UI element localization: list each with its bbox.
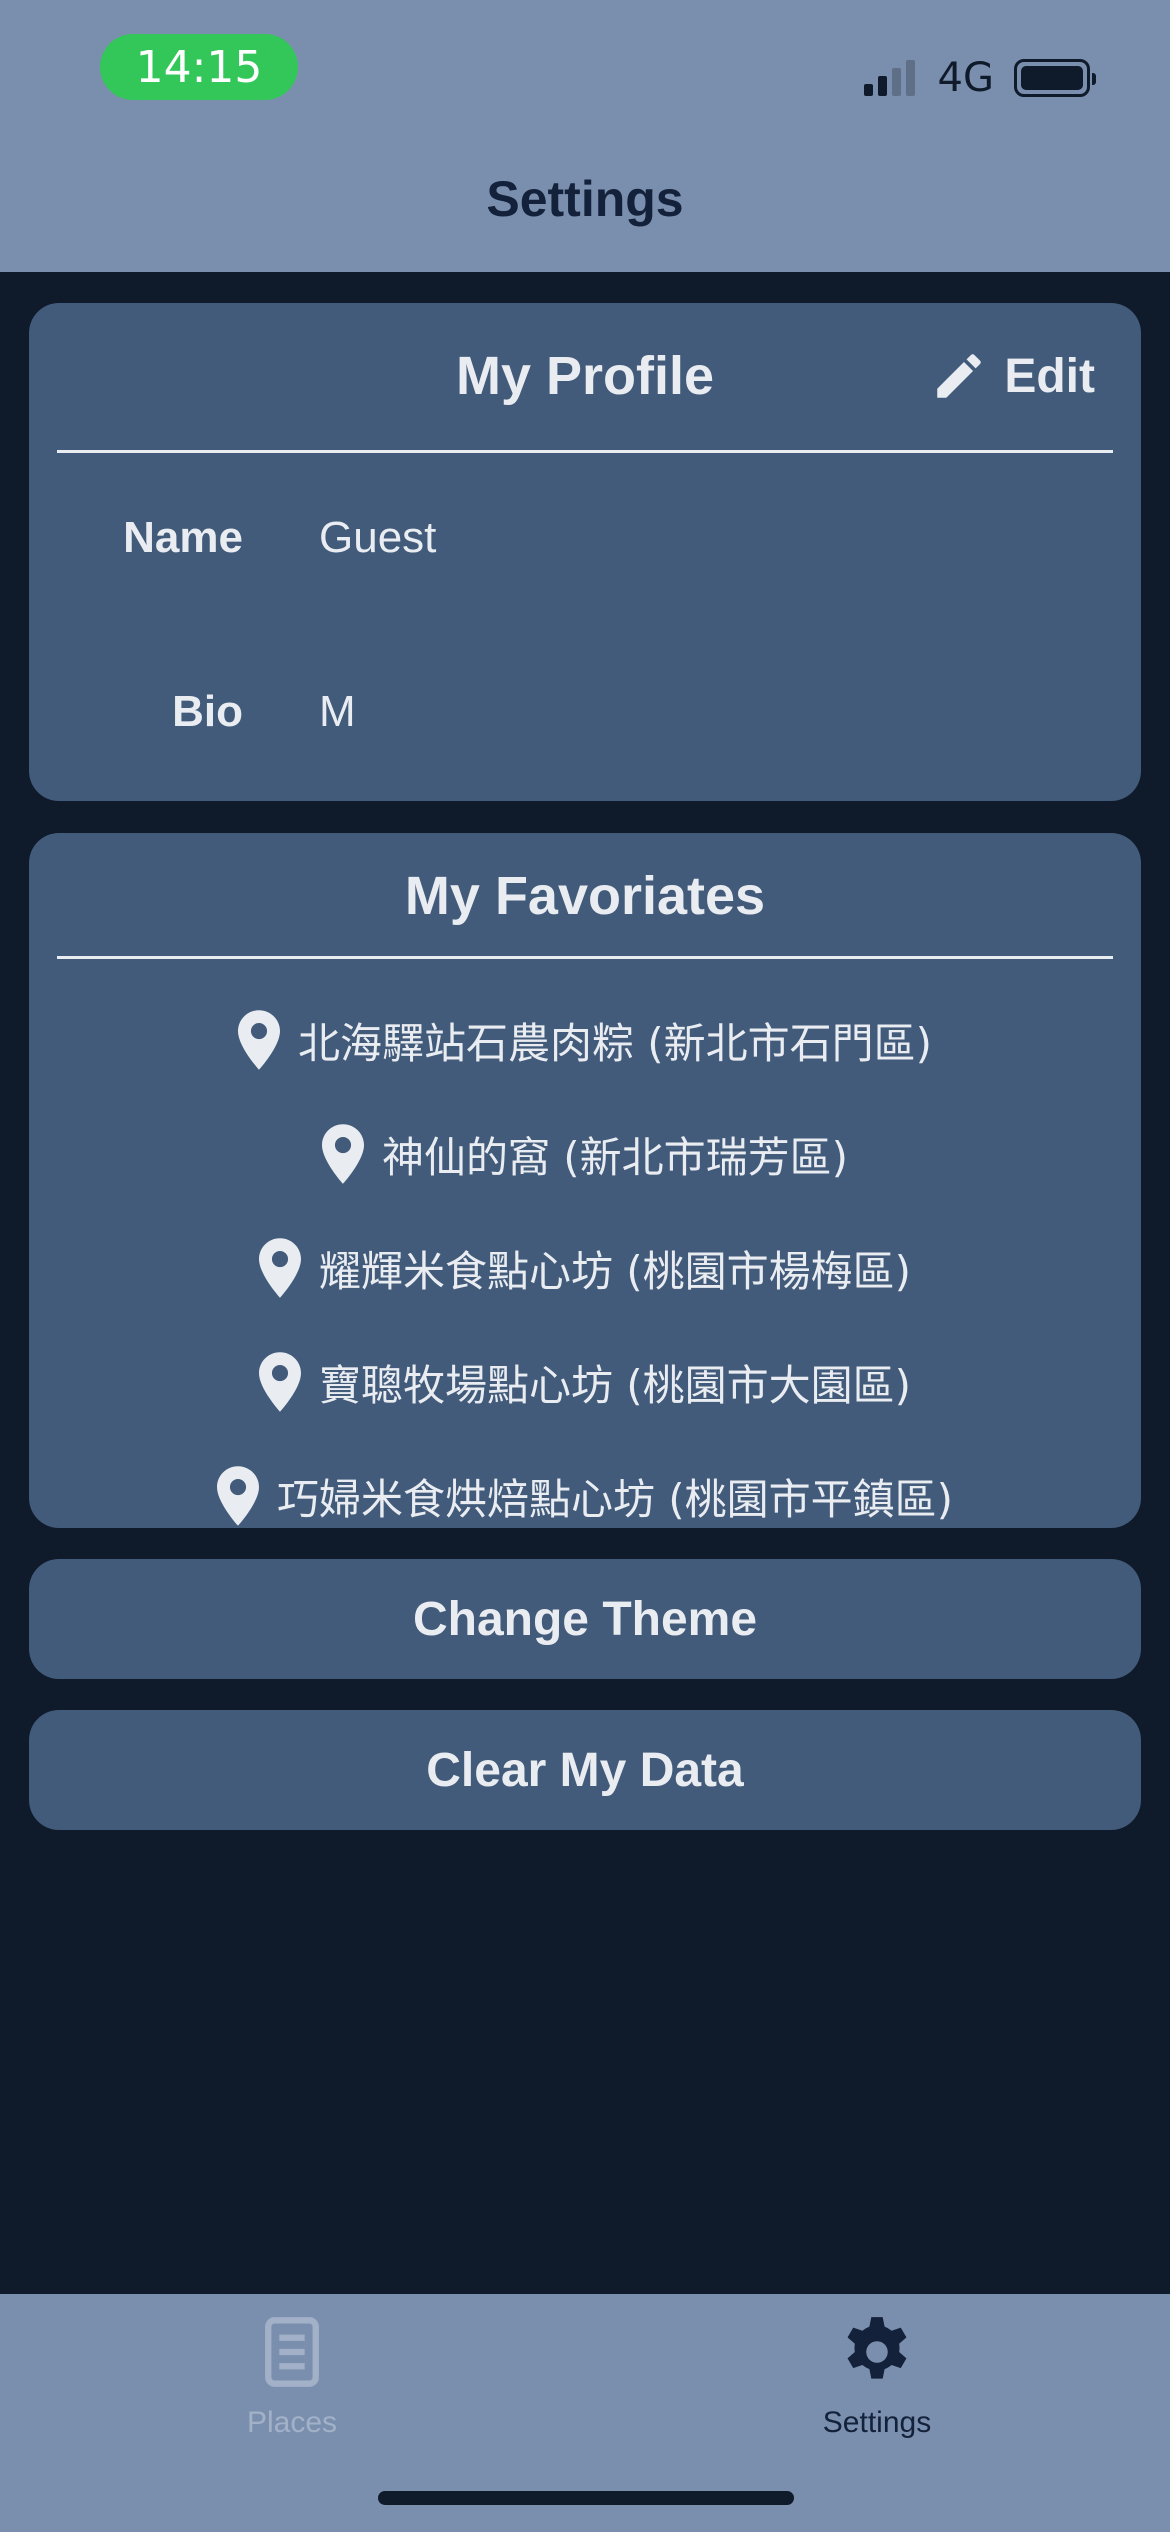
profile-card: My Profile Edit Name Guest Bio M: [29, 303, 1141, 801]
map-pin-icon: [237, 1010, 280, 1070]
tab-places[interactable]: Places: [142, 2314, 442, 2440]
favorite-item[interactable]: 巧婦米食烘焙點心坊 (桃園市平鎮區): [29, 1439, 1141, 1553]
favorite-label: 北海驛站石農肉粽 (新北市石門區): [297, 1018, 933, 1068]
status-time: 14:15: [100, 34, 298, 100]
document-icon: [265, 2317, 319, 2387]
favorites-divider: [57, 956, 1113, 959]
favorites-list: 北海驛站石農肉粽 (新北市石門區) 神仙的窩 (新北市瑞芳區) 耀輝米食點心坊 …: [29, 983, 1141, 1553]
signal-icon: [863, 60, 920, 96]
edit-profile-button[interactable]: Edit: [930, 347, 1095, 405]
gear-icon: [847, 2317, 907, 2379]
favorites-title: My Favoriates: [404, 866, 766, 926]
favorite-item[interactable]: 耀輝米食點心坊 (桃園市楊梅區): [29, 1211, 1141, 1325]
favorite-item[interactable]: 寶聰牧場點心坊 (桃園市大園區): [29, 1325, 1141, 1439]
map-pin-icon: [216, 1466, 259, 1526]
favorite-label: 神仙的窩 (新北市瑞芳區): [381, 1132, 849, 1182]
home-indicator[interactable]: [378, 2491, 794, 2505]
edit-label: Edit: [1004, 349, 1095, 403]
status-indicators: 4G: [863, 48, 1096, 108]
page-title: Settings: [486, 171, 684, 227]
favorite-label: 寶聰牧場點心坊 (桃園市大園區): [318, 1360, 912, 1410]
tab-places-label: Places: [246, 2406, 338, 2439]
tab-settings-label: Settings: [822, 2406, 932, 2439]
map-pin-icon: [258, 1238, 301, 1298]
favorites-card: My Favoriates 北海驛站石農肉粽 (新北市石門區) 神仙的窩 (新北…: [29, 833, 1141, 1528]
favorite-item[interactable]: 北海驛站石農肉粽 (新北市石門區): [29, 983, 1141, 1097]
favorite-label: 巧婦米食烘焙點心坊 (桃園市平鎮區): [276, 1474, 954, 1524]
name-label: Name: [123, 513, 243, 562]
map-pin-icon: [258, 1352, 301, 1412]
favorite-item[interactable]: 神仙的窩 (新北市瑞芳區): [29, 1097, 1141, 1211]
profile-divider: [57, 450, 1113, 453]
tab-settings[interactable]: Settings: [727, 2314, 1027, 2440]
network-label: 4G: [937, 55, 994, 101]
tab-bar: Places Settings: [0, 2294, 1170, 2532]
battery-icon: [1014, 59, 1096, 97]
favorite-label: 耀輝米食點心坊 (桃園市楊梅區): [318, 1246, 912, 1296]
pencil-icon: [937, 354, 982, 398]
name-value: Guest: [319, 513, 437, 562]
clear-data-button[interactable]: Clear My Data: [29, 1710, 1141, 1830]
header: 14:15 4G Settings: [0, 0, 1170, 272]
bio-value: M: [319, 687, 356, 736]
bio-label: Bio: [172, 687, 243, 736]
change-theme-button[interactable]: Change Theme: [29, 1559, 1141, 1679]
map-pin-icon: [321, 1124, 364, 1184]
